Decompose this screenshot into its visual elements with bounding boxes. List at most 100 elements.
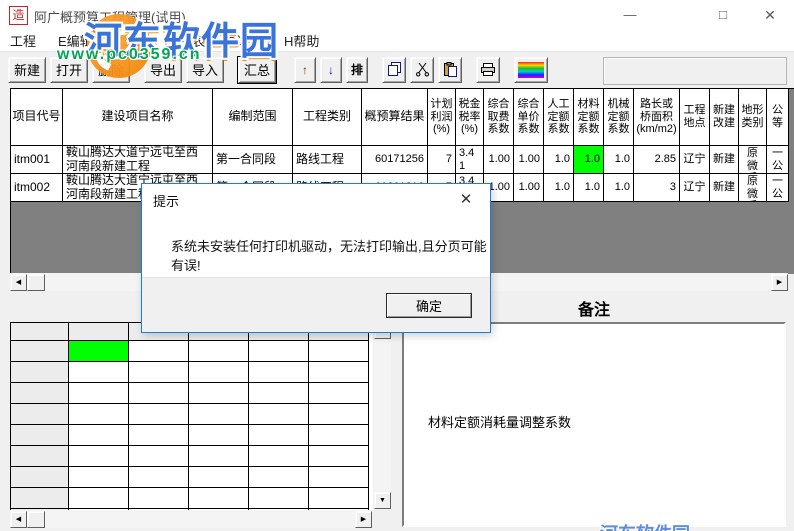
grid-cell[interactable] <box>309 446 369 467</box>
cut-button[interactable] <box>410 56 434 83</box>
dialog-close-icon[interactable]: ✕ <box>456 190 476 208</box>
grid-cell[interactable] <box>69 467 129 488</box>
menu-item-settings[interactable]: S设置 <box>227 31 262 50</box>
delete-button[interactable]: 删除 <box>92 56 130 83</box>
scroll-thumb[interactable] <box>27 510 45 528</box>
table-cell[interactable]: 1.0 <box>604 174 634 202</box>
grid-cell[interactable] <box>249 488 309 509</box>
maximize-icon[interactable]: □ <box>700 0 746 30</box>
print-button[interactable] <box>476 56 500 83</box>
move-up-button[interactable]: ↑ <box>294 56 316 83</box>
grid-cell[interactable] <box>129 467 189 488</box>
grid-cell[interactable] <box>249 341 309 362</box>
table-cell[interactable]: 1.0 <box>544 146 574 174</box>
scroll-left-icon[interactable]: ◀ <box>10 273 27 291</box>
grid-cell[interactable] <box>129 341 189 362</box>
table-cell[interactable]: 一公 <box>767 174 789 202</box>
summary-button[interactable]: 汇总 <box>237 55 277 84</box>
grid-cell[interactable] <box>129 404 189 425</box>
menu-item-help[interactable]: H帮助 <box>284 31 319 50</box>
table-cell[interactable]: 1.0 <box>544 174 574 202</box>
table-cell[interactable]: 平原微丘 <box>739 146 767 174</box>
scroll-right-icon[interactable]: ▶ <box>355 510 372 528</box>
table-cell[interactable]: 一公 <box>767 146 789 174</box>
grid-cell[interactable] <box>189 467 249 488</box>
table-cell[interactable]: 1.00 <box>514 174 544 202</box>
grid-cell[interactable] <box>249 404 309 425</box>
table-cell[interactable]: 第一合同段 <box>213 146 293 174</box>
table-cell[interactable]: 3.41 <box>456 146 484 174</box>
table-cell[interactable]: 1.0 <box>574 174 604 202</box>
open-button[interactable]: 打开 <box>50 56 88 83</box>
table-cell[interactable]: 7 <box>428 146 456 174</box>
grid-cell[interactable] <box>249 362 309 383</box>
grid-cell[interactable] <box>309 425 369 446</box>
grid-vscrollbar[interactable]: ▲ ▼ <box>374 322 391 509</box>
grid-cell[interactable] <box>309 467 369 488</box>
table-cell[interactable]: 3 <box>634 174 680 202</box>
grid-cell[interactable] <box>129 488 189 509</box>
grid-cell[interactable] <box>189 404 249 425</box>
color-button[interactable] <box>514 56 548 83</box>
grid-cell[interactable] <box>309 404 369 425</box>
minimize-icon[interactable]: — <box>607 0 653 30</box>
export-button[interactable]: 导出 <box>144 56 182 83</box>
grid-cell[interactable] <box>189 341 249 362</box>
table-cell[interactable]: 2.85 <box>634 146 680 174</box>
grid-cell[interactable] <box>249 446 309 467</box>
scroll-down-icon[interactable]: ▼ <box>374 492 391 509</box>
grid-cell[interactable] <box>69 383 129 404</box>
grid-cell[interactable] <box>129 383 189 404</box>
scroll-left-icon[interactable]: ◀ <box>10 510 27 528</box>
table-cell[interactable]: itm002 <box>11 174 63 202</box>
table-cell[interactable]: 鞍山腾达大道宁远屯至西河南段新建工程 <box>63 146 213 174</box>
table-cell[interactable]: 平原微丘 <box>739 174 767 202</box>
menu-item-edit[interactable]: E编辑 <box>58 31 93 50</box>
grid-cell[interactable] <box>69 488 129 509</box>
table-cell[interactable]: 1.00 <box>514 146 544 174</box>
table-cell[interactable]: 1.0 <box>604 146 634 174</box>
grid-cell[interactable] <box>129 446 189 467</box>
table-cell[interactable]: 路线工程 <box>293 146 362 174</box>
grid-cell[interactable] <box>189 446 249 467</box>
import-button[interactable]: 导入 <box>186 56 224 83</box>
grid-cell[interactable] <box>129 425 189 446</box>
menu-item-project[interactable]: 工程 <box>10 31 36 50</box>
table-cell[interactable]: 辽宁 <box>680 174 710 202</box>
grid-cell[interactable] <box>309 341 369 362</box>
grid-cell[interactable] <box>189 488 249 509</box>
grid-cell[interactable] <box>69 425 129 446</box>
sort-button[interactable]: 排 <box>346 56 368 83</box>
grid-cell[interactable] <box>189 425 249 446</box>
scroll-thumb[interactable] <box>27 273 45 291</box>
grid-cell[interactable] <box>249 383 309 404</box>
grid-cell[interactable] <box>309 383 369 404</box>
new-button[interactable]: 新建 <box>8 56 46 83</box>
grid-cell[interactable] <box>69 362 129 383</box>
copy-button[interactable] <box>382 56 406 83</box>
grid-cell[interactable] <box>129 362 189 383</box>
table-cell[interactable]: itm001 <box>11 146 63 174</box>
grid-cell[interactable] <box>249 467 309 488</box>
table-cell[interactable]: 1.0 <box>574 146 604 174</box>
menu-item-report[interactable]: P报表 <box>171 31 206 50</box>
grid-cell[interactable] <box>189 362 249 383</box>
grid-cell[interactable] <box>69 341 129 362</box>
close-icon[interactable]: ✕ <box>747 0 793 30</box>
grid-cell[interactable] <box>189 383 249 404</box>
paste-button[interactable] <box>438 56 462 83</box>
menu-item-tools[interactable]: T工具 <box>115 31 149 50</box>
grid-cell[interactable] <box>249 425 309 446</box>
table-cell[interactable]: 新建 <box>710 146 739 174</box>
table-cell[interactable]: 1.00 <box>484 146 514 174</box>
table-cell[interactable]: 60171256 <box>362 146 428 174</box>
grid-cell[interactable] <box>69 446 129 467</box>
table-cell[interactable]: 辽宁 <box>680 146 710 174</box>
remark-textbox[interactable]: 材料定额消耗量调整系数 <box>402 322 786 527</box>
grid-cell[interactable] <box>309 488 369 509</box>
scroll-right-icon[interactable]: ▶ <box>771 273 788 291</box>
ok-button[interactable]: 确定 <box>386 293 472 318</box>
move-down-button[interactable]: ↓ <box>320 56 342 83</box>
grid-cell[interactable] <box>69 404 129 425</box>
grid-cell[interactable] <box>309 362 369 383</box>
